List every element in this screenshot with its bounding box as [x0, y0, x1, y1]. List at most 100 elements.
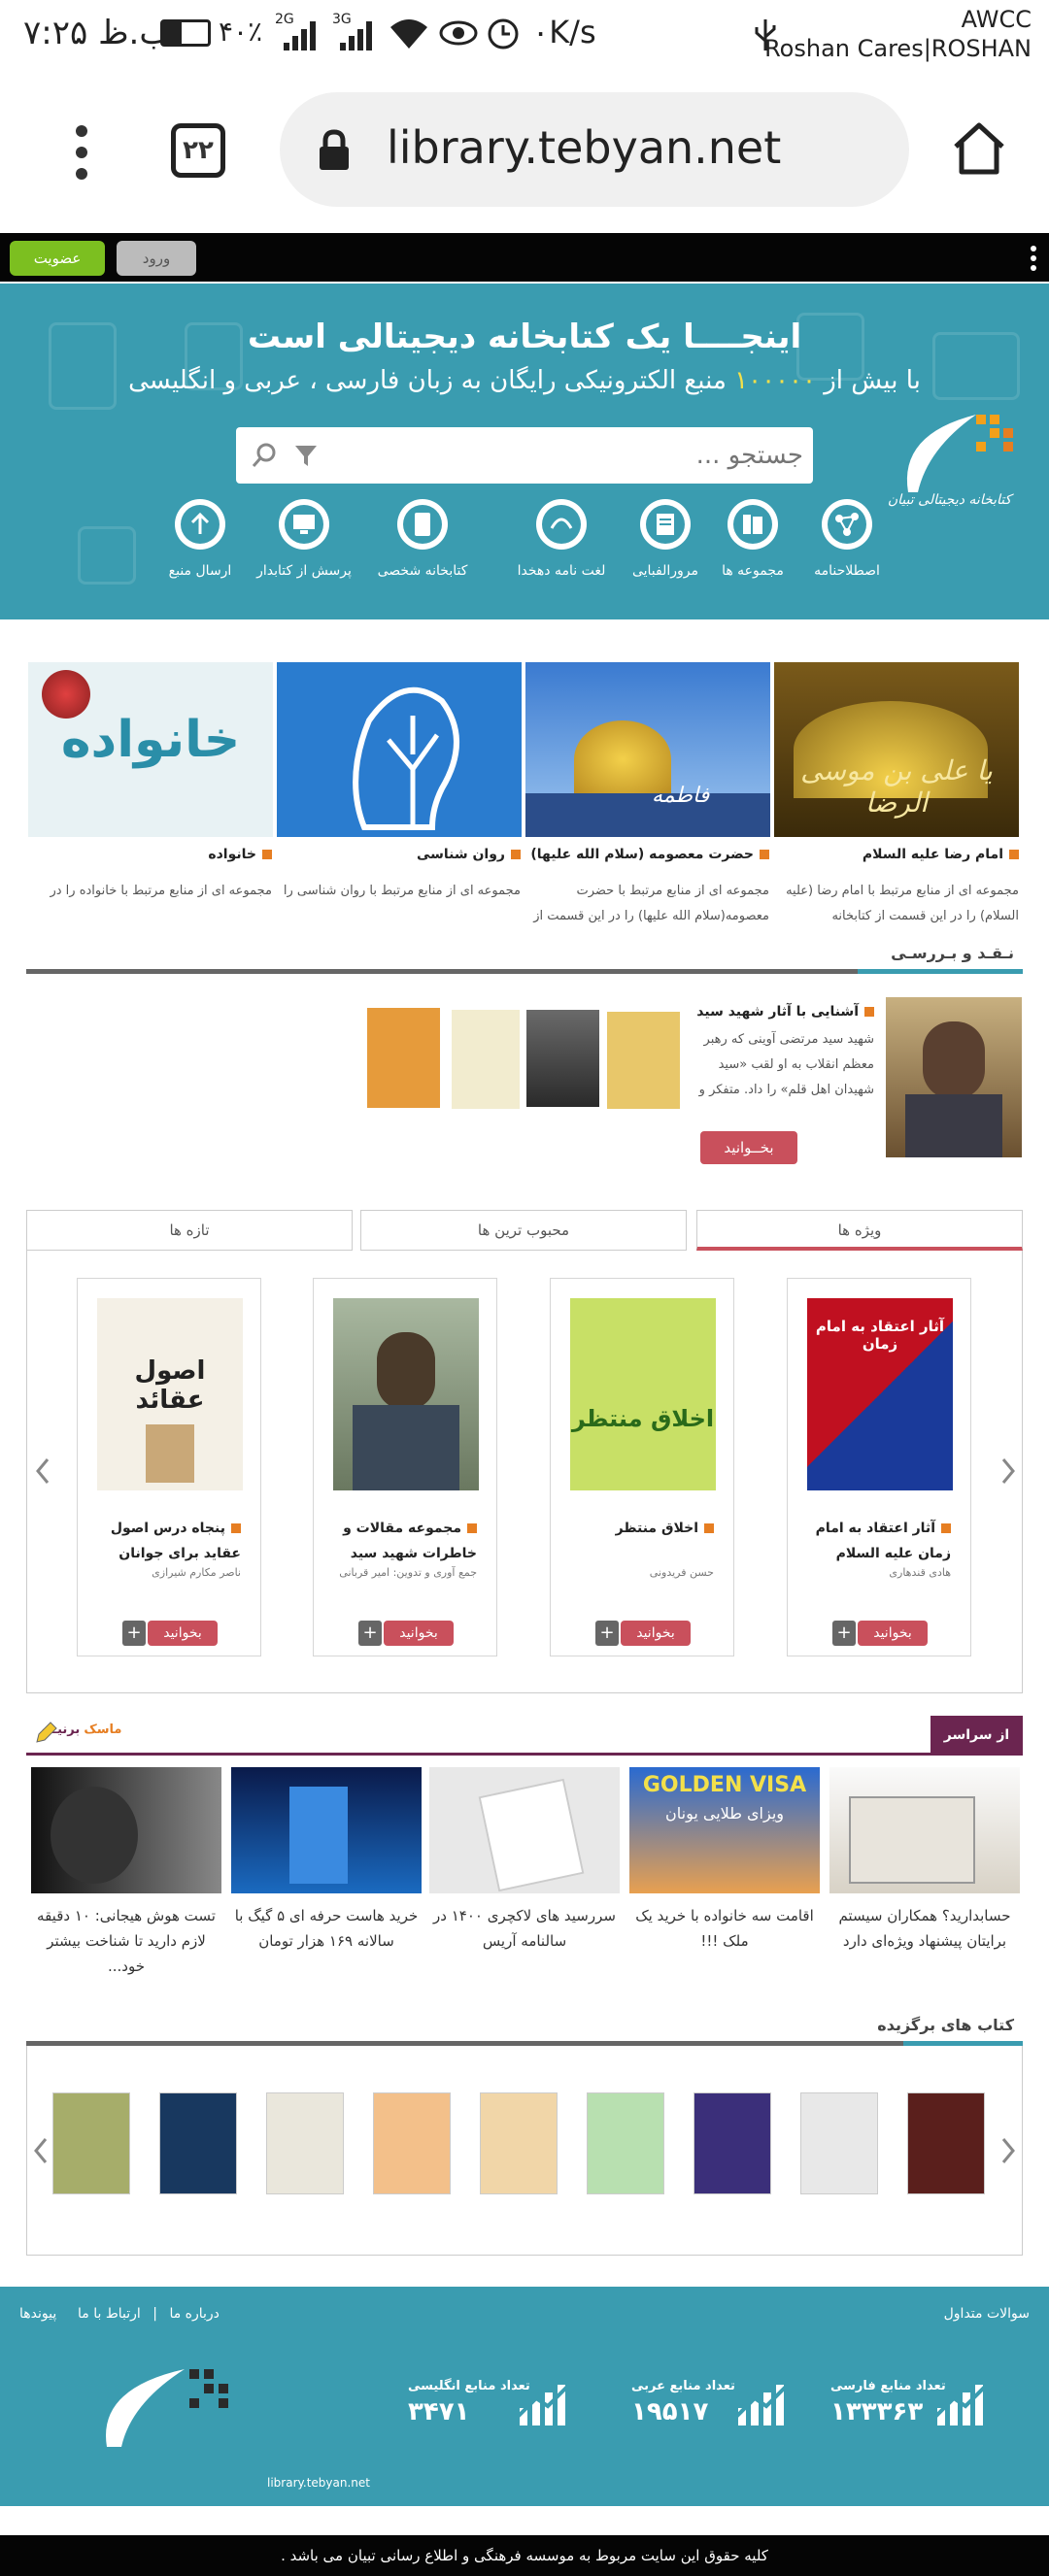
review-book-cover[interactable]	[526, 1010, 599, 1107]
selected-book-cover[interactable]	[373, 2092, 451, 2194]
address-bar[interactable]: library.tebyan.net	[280, 92, 909, 207]
featured-desc: مجموعه ای از منابع مرتبط با روان شناسی ر…	[283, 884, 521, 898]
quick-link-personal-library[interactable]: کتابخانه شخصی	[369, 499, 476, 579]
book-author: جمع آوری و تدوین: امیر قربانی	[339, 1566, 477, 1579]
read-button[interactable]: بخوانید	[858, 1621, 928, 1646]
site-menu-icon[interactable]	[1030, 245, 1037, 272]
news-image[interactable]	[231, 1767, 422, 1893]
quick-link-label: اصطلاحنامه	[814, 563, 880, 579]
featured-title[interactable]: روان شناسی	[417, 847, 521, 862]
read-button[interactable]: بخوانید	[148, 1621, 218, 1646]
news-caption[interactable]: تست هوش هیجانی: ۱۰ دقیقه لازم دارید تا ش…	[31, 1903, 221, 1979]
book-cover[interactable]: اصول عقائد	[97, 1298, 243, 1490]
review-book-cover[interactable]	[607, 1012, 680, 1109]
review-portrait[interactable]	[886, 997, 1022, 1157]
quick-link-dehkhoda[interactable]: لغت نامه دهخدا	[508, 499, 615, 579]
review-book-cover[interactable]	[367, 1008, 440, 1108]
selected-book-cover[interactable]	[480, 2092, 558, 2194]
book-title[interactable]: آثار اعتقاد به امام زمان علیه السلام	[805, 1516, 951, 1566]
add-icon[interactable]: +	[358, 1621, 382, 1646]
tab-special[interactable]: ویژه ها	[696, 1210, 1023, 1251]
footer-link[interactable]: درباره ما	[169, 2306, 219, 2322]
footer-url[interactable]: library.tebyan.net	[267, 2476, 370, 2490]
read-button[interactable]: بخوانید	[384, 1621, 454, 1646]
news-image[interactable]	[429, 1767, 620, 1893]
tab-new[interactable]: تازه ها	[26, 1210, 353, 1251]
selected-book-cover[interactable]	[907, 2092, 985, 2194]
book-cover[interactable]: آثار اعتقاد به امام زمان	[807, 1298, 953, 1490]
book-card[interactable]: مجموعه مقالات و خاطرات شهید سید جمع آوری…	[313, 1278, 497, 1656]
search-input[interactable]	[337, 433, 803, 478]
book-title[interactable]: پنجاه درس اصول عقاید برای جوانان	[95, 1516, 241, 1566]
quick-link-submit[interactable]: ارسال منبع	[147, 499, 254, 579]
filter-icon[interactable]	[292, 442, 320, 469]
review-book-cover[interactable]	[452, 1010, 520, 1109]
book-card[interactable]: آثار اعتقاد به امام زمان آثار اعتقاد به …	[787, 1278, 971, 1656]
review-read-button[interactable]: بخــوانید	[700, 1131, 797, 1164]
featured-image-masoumeh[interactable]: فاطمه	[525, 662, 770, 837]
book-cover[interactable]	[333, 1298, 479, 1490]
carousel-prev-icon[interactable]	[33, 2136, 49, 2165]
stat-label: تعداد منابع انگلیسی	[408, 2379, 530, 2393]
add-icon[interactable]: +	[122, 1621, 146, 1646]
pencil-icon	[36, 1722, 57, 1743]
register-button[interactable]: عضویت	[10, 241, 105, 276]
book-card[interactable]: اصول عقائد پنجاه درس اصول عقاید برای جوا…	[77, 1278, 261, 1656]
menu-dots-icon[interactable]	[70, 121, 93, 184]
selected-book-cover[interactable]	[587, 2092, 664, 2194]
tablet-icon	[397, 499, 448, 550]
tab-count-button[interactable]: ۲۲	[171, 123, 225, 178]
speed-indicator: ۰K/s	[532, 14, 596, 50]
selected-book-cover[interactable]	[266, 2092, 344, 2194]
deco-book	[78, 526, 136, 585]
featured-image-reza[interactable]: یا علی بن موسی الرضا	[774, 662, 1019, 837]
featured-image-psychology[interactable]	[277, 662, 522, 837]
news-caption[interactable]: سررسید های لاکچری ۱۴۰۰ در سالنامه آریس	[429, 1903, 620, 1954]
login-button[interactable]: ورود	[117, 241, 196, 276]
subtitle-prefix: با بیش از	[824, 366, 921, 395]
carousel-next-icon[interactable]	[1000, 2136, 1016, 2165]
add-icon[interactable]: +	[832, 1621, 856, 1646]
book-author: هادی قندهاری	[889, 1566, 951, 1579]
featured-image-family[interactable]: خانواده	[28, 662, 273, 837]
book-card[interactable]: اخلاق منتظر اخلاق منتظر حسن فریدونی بخوا…	[550, 1278, 734, 1656]
featured-title[interactable]: خانواده	[208, 847, 272, 862]
stat-label: تعداد منابع فارسی	[830, 2379, 946, 2393]
footer-link[interactable]: پیوندها	[19, 2306, 56, 2322]
news-image[interactable]	[829, 1767, 1020, 1893]
news-image[interactable]	[31, 1767, 221, 1893]
selected-book-cover[interactable]	[52, 2092, 130, 2194]
news-caption[interactable]: خرید هاست حرفه ای ۵ گیگ با سالانه ۱۶۹ هز…	[231, 1903, 422, 1954]
cover-text: اخلاق منتظر	[571, 1405, 715, 1432]
tab-popular[interactable]: محبوب ترین ها	[360, 1210, 687, 1251]
footer-link[interactable]: سوالات متداول	[944, 2306, 1030, 2322]
news-caption[interactable]: حسابدارید؟ همکاران سیستم برایتان پیشنهاد…	[829, 1903, 1020, 1954]
news-image[interactable]: GOLDEN VISA ویزای طلایی یونان	[629, 1767, 820, 1893]
selected-book-cover[interactable]	[159, 2092, 237, 2194]
selected-book-cover[interactable]	[800, 2092, 878, 2194]
featured-desc: مجموعه ای از منابع مرتبط با خانواده را د…	[50, 884, 272, 898]
add-icon[interactable]: +	[595, 1621, 619, 1646]
book-cover[interactable]: اخلاق منتظر	[570, 1298, 716, 1490]
book-title[interactable]: مجموعه مقالات و خاطرات شهید سید	[331, 1516, 477, 1566]
news-caption[interactable]: اقامت سه خانواده با خرید یک ملک !!!	[629, 1903, 820, 1954]
carousel-prev-icon[interactable]	[35, 1456, 51, 1486]
review-title[interactable]: آشنایی با آثار شهید سید	[696, 1004, 874, 1020]
review-desc: شهید سید مرتضی آوینی که رهبر معظم انقلاب…	[698, 1032, 874, 1097]
quick-link-ask-librarian[interactable]: پرسش از کتابدار	[251, 499, 357, 579]
carousel-next-icon[interactable]	[1000, 1456, 1016, 1486]
featured-title[interactable]: حضرت معصومه (سلام الله علیها)	[530, 847, 769, 862]
search-icon[interactable]	[250, 441, 279, 470]
orange-marker-icon	[467, 1523, 477, 1533]
featured-title[interactable]: امام رضا علیه السلام	[863, 847, 1019, 862]
quick-link-alphabetical[interactable]: مرورالفبایی	[612, 499, 719, 579]
home-icon[interactable]	[950, 119, 1008, 178]
read-button[interactable]: بخوانید	[621, 1621, 691, 1646]
quick-link-label: لغت نامه دهخدا	[517, 563, 606, 579]
books-icon	[728, 499, 778, 550]
book-title[interactable]: اخلاق منتظر	[568, 1516, 714, 1541]
selected-book-cover[interactable]	[694, 2092, 771, 2194]
quick-link-thesaurus[interactable]: اصطلاحنامه	[794, 499, 900, 579]
copyright-bar: کلیه حقوق این سایت مربوط به موسسه فرهنگی…	[0, 2535, 1049, 2576]
footer-link[interactable]: ارتباط با ما	[78, 2306, 141, 2322]
